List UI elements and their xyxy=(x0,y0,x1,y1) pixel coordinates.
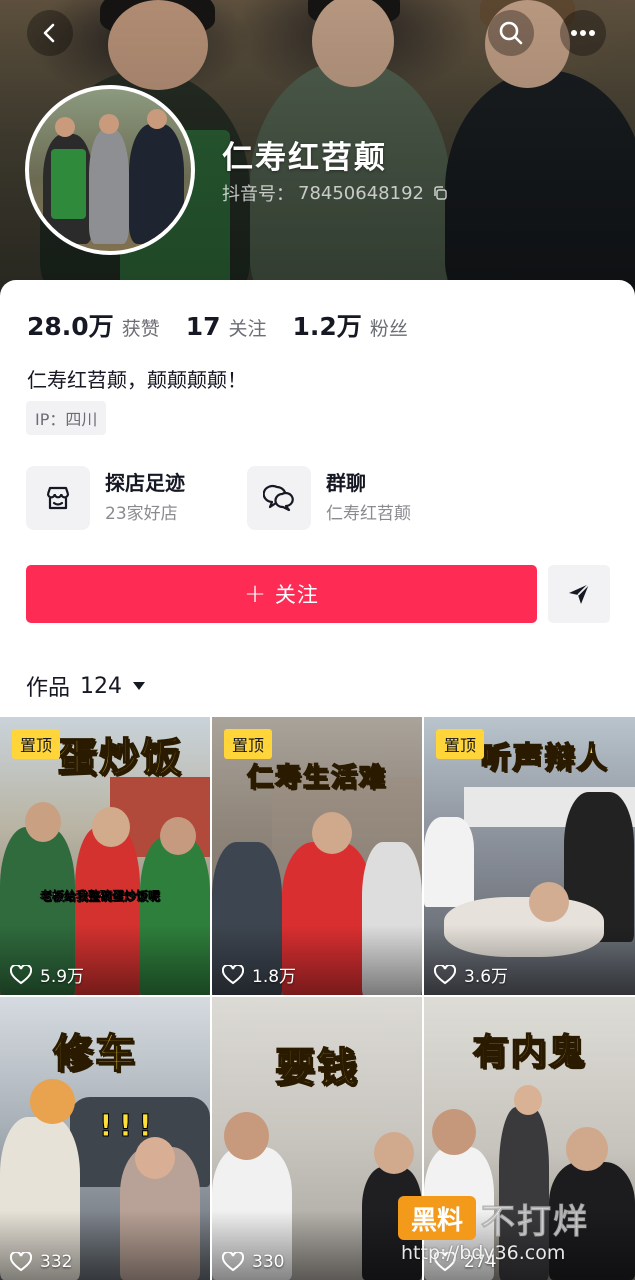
avatar[interactable] xyxy=(25,85,195,255)
profile-bio: 仁寿红苕颠，颠颠颠颠！ xyxy=(27,368,247,392)
feature-icon-box xyxy=(247,466,311,530)
back-button[interactable] xyxy=(27,10,73,56)
video-caption: 老板给我整碗蛋炒饭呢 xyxy=(40,889,161,903)
avatar-head xyxy=(147,109,167,129)
feature-shop-visits[interactable]: 探店足迹 23家好店 xyxy=(26,466,185,530)
tile-bg xyxy=(514,1085,542,1115)
video-tile[interactable]: 置顶 听声辩人 3.6万 xyxy=(424,717,635,995)
profile-name: 仁寿红苕颠 xyxy=(222,140,387,176)
heart-icon xyxy=(10,1252,32,1272)
avatar-figure xyxy=(129,124,184,244)
heart-icon xyxy=(434,964,456,984)
works-label: 作品 xyxy=(26,676,71,701)
follow-button[interactable]: + 关注 xyxy=(26,565,537,623)
watermark-text: 不打烊 xyxy=(481,1202,589,1243)
watermark: 黑料 不打烊 http://bdy36.com xyxy=(395,1190,635,1280)
feature-icon-box xyxy=(26,466,90,530)
stat-value: 17 xyxy=(185,312,221,341)
likes-count: 3.6万 xyxy=(434,962,508,987)
video-title: 要钱 xyxy=(274,1044,359,1092)
tile-bg xyxy=(92,807,130,847)
stat-value: 28.0万 xyxy=(27,312,114,341)
tile-bg xyxy=(432,1109,476,1155)
stat-likes[interactable]: 28.0万 获赞 xyxy=(27,307,160,343)
tile-bg xyxy=(424,817,474,907)
feature-title: 群聊 xyxy=(326,471,366,495)
works-count: 124 xyxy=(80,673,123,699)
video-tile[interactable]: 置顶 仁寿生活难 1.8万 xyxy=(212,717,422,995)
copy-icon[interactable] xyxy=(432,185,448,201)
video-title: 有内鬼 xyxy=(472,1031,587,1074)
likes-value: 3.6万 xyxy=(464,967,509,987)
stats-row: 28.0万 获赞 17 关注 1.2万 粉丝 xyxy=(27,307,434,343)
ip-location-tag: IP：四川 xyxy=(26,401,107,435)
exclaim-marks: !!! xyxy=(98,1109,158,1145)
heart-icon xyxy=(222,1252,244,1272)
heart-icon xyxy=(10,964,32,984)
likes-value: 332 xyxy=(40,1252,73,1272)
video-tile[interactable]: 要钱 330 xyxy=(212,997,422,1280)
avatar-figure xyxy=(89,129,129,244)
feature-group-chat[interactable]: 群聊 仁寿红苕颠 xyxy=(247,466,411,530)
feature-subtitle: 23家好店 xyxy=(105,504,178,524)
likes-value: 330 xyxy=(252,1252,285,1272)
send-icon xyxy=(569,583,590,604)
works-tab[interactable]: 作品 124 xyxy=(26,670,146,702)
tile-bg xyxy=(224,1112,269,1160)
stat-label: 关注 xyxy=(228,318,267,340)
video-tile[interactable]: 置顶 蛋炒饭 老板给我整碗蛋炒饭呢 5.9万 xyxy=(0,717,210,995)
avatar-head xyxy=(55,117,75,137)
likes-value: 5.9万 xyxy=(40,967,85,987)
tile-bg xyxy=(160,817,196,855)
likes-count: 5.9万 xyxy=(10,962,84,987)
likes-value: 1.8万 xyxy=(252,967,297,987)
douyin-id[interactable]: 抖音号： 78450648192 xyxy=(222,180,448,206)
likes-count: 1.8万 xyxy=(222,962,296,987)
stat-label: 获赞 xyxy=(121,318,160,340)
pinned-badge: 置顶 xyxy=(12,729,61,759)
chevron-left-icon xyxy=(43,23,55,43)
pinned-badge: 置顶 xyxy=(436,729,485,759)
stat-label: 粉丝 xyxy=(369,318,408,340)
search-icon xyxy=(499,21,523,45)
video-title: 仁寿生活难 xyxy=(246,762,387,794)
tile-bg xyxy=(25,802,61,842)
heart-icon xyxy=(222,964,244,984)
likes-count: 332 xyxy=(10,1252,72,1272)
likes-count: 330 xyxy=(222,1252,284,1272)
stat-following[interactable]: 17 关注 xyxy=(186,312,267,341)
store-icon xyxy=(46,486,70,510)
follow-label: 关注 xyxy=(274,583,319,607)
feature-text: 群聊 仁寿红苕颠 xyxy=(326,469,411,527)
more-horizontal-icon xyxy=(571,30,595,36)
video-title: 修车 xyxy=(52,1030,137,1078)
pinned-badge: 置顶 xyxy=(224,729,273,759)
avatar-head xyxy=(99,114,119,134)
tile-bg xyxy=(312,812,352,854)
stat-followers[interactable]: 1.2万 粉丝 xyxy=(293,307,408,343)
feature-subtitle: 仁寿红苕颠 xyxy=(326,504,411,524)
plus-icon: + xyxy=(244,579,267,609)
tile-bg xyxy=(30,1079,75,1124)
search-button[interactable] xyxy=(488,10,534,56)
douyin-id-value: 78450648192 xyxy=(298,182,424,204)
chat-bubbles-icon xyxy=(263,484,294,512)
feature-title: 探店足迹 xyxy=(105,471,185,495)
feature-text: 探店足迹 23家好店 xyxy=(105,469,185,527)
watermark-badge: 黑料 xyxy=(398,1196,476,1240)
tile-bg xyxy=(529,882,569,922)
stat-value: 1.2万 xyxy=(292,312,362,341)
watermark-url: http://bdy36.com xyxy=(401,1242,566,1264)
more-button[interactable] xyxy=(560,10,606,56)
tile-bg xyxy=(566,1127,608,1171)
video-tile[interactable]: 修车 !!! 332 xyxy=(0,997,210,1280)
caret-down-icon xyxy=(133,682,146,690)
share-button[interactable] xyxy=(548,565,610,623)
tile-bg xyxy=(374,1132,414,1174)
avatar-apron xyxy=(51,149,86,219)
douyin-id-label: 抖音号： xyxy=(222,184,294,205)
